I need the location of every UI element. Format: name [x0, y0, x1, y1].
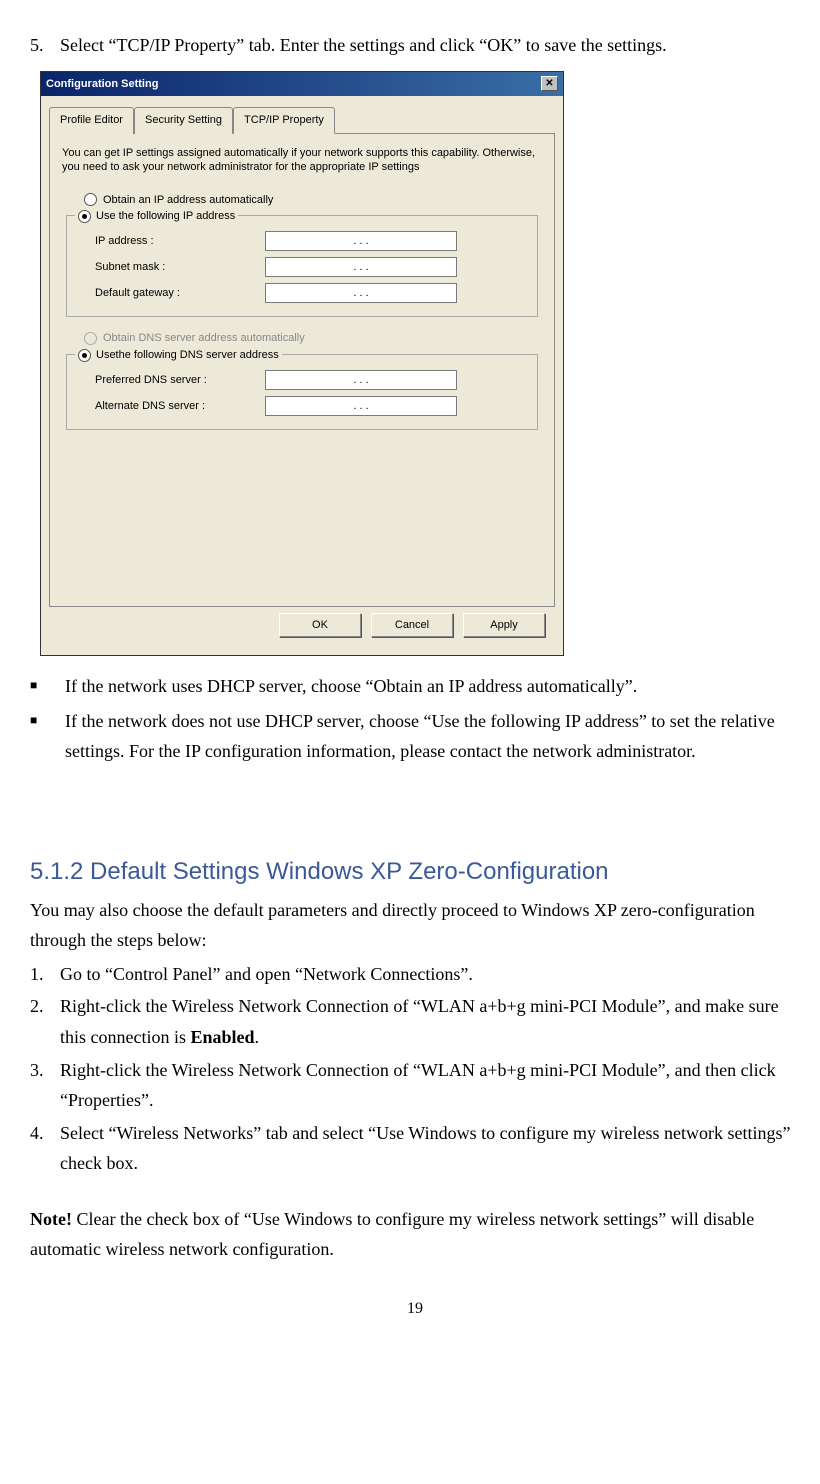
bullet-icon: ■ — [30, 706, 65, 767]
apply-button[interactable]: Apply — [463, 613, 545, 637]
close-icon[interactable]: ✕ — [541, 76, 558, 91]
list-item-3: 3. Right-click the Wireless Network Conn… — [30, 1055, 800, 1116]
cancel-button[interactable]: Cancel — [371, 613, 453, 637]
radio-icon — [78, 210, 91, 223]
list-text: Right-click the Wireless Network Connect… — [60, 991, 800, 1052]
list-number: 3. — [30, 1055, 60, 1116]
list-item-1: 1. Go to “Control Panel” and open “Netwo… — [30, 959, 800, 990]
intro-text: You can get IP settings assigned automat… — [62, 146, 542, 175]
list-number: 2. — [30, 991, 60, 1052]
alt-dns-input[interactable]: . . . — [265, 396, 457, 416]
tabs: Profile Editor Security Setting TCP/IP P… — [49, 106, 555, 134]
list-text: Right-click the Wireless Network Connect… — [60, 1055, 800, 1116]
alt-dns-label: Alternate DNS server : — [95, 397, 265, 416]
bullet-list: ■ If the network uses DHCP server, choos… — [30, 671, 800, 767]
pref-dns-label: Preferred DNS server : — [95, 371, 265, 390]
bullet-1: ■ If the network uses DHCP server, choos… — [30, 671, 800, 702]
ip-address-row: IP address : . . . — [75, 228, 529, 254]
note-text: Clear the check box of “Use Windows to c… — [30, 1209, 754, 1260]
bullet-2-text: If the network does not use DHCP server,… — [65, 706, 800, 767]
note: Note! Clear the check box of “Use Window… — [30, 1204, 800, 1265]
page-number: 19 — [30, 1295, 800, 1322]
section-intro: You may also choose the default paramete… — [30, 895, 800, 956]
tab-content: You can get IP settings assigned automat… — [49, 134, 555, 607]
titlebar: Configuration Setting ✕ — [41, 72, 563, 97]
list-number: 1. — [30, 959, 60, 990]
radio-use-dns[interactable]: Usethe following DNS server address — [75, 346, 282, 365]
radio-use-ip[interactable]: Use the following IP address — [75, 207, 238, 226]
list-text: Select “Wireless Networks” tab and selec… — [60, 1118, 800, 1179]
ok-button[interactable]: OK — [279, 613, 361, 637]
ip-address-label: IP address : — [95, 232, 265, 251]
list-number: 4. — [30, 1118, 60, 1179]
list-item-2: 2. Right-click the Wireless Network Conn… — [30, 991, 800, 1052]
dns-group: Usethe following DNS server address Pref… — [66, 354, 538, 430]
subnet-row: Subnet mask : . . . — [75, 254, 529, 280]
tab-security-setting[interactable]: Security Setting — [134, 107, 233, 134]
dialog-buttons: OK Cancel Apply — [49, 607, 555, 647]
step-number: 5. — [30, 30, 60, 61]
radio-label-use-dns: Usethe following DNS server address — [96, 346, 279, 365]
step-5: 5. Select “TCP/IP Property” tab. Enter t… — [30, 30, 800, 61]
pref-dns-input[interactable]: . . . — [265, 370, 457, 390]
gateway-label: Default gateway : — [95, 284, 265, 303]
bullet-2: ■ If the network does not use DHCP serve… — [30, 706, 800, 767]
step-text: Select “TCP/IP Property” tab. Enter the … — [60, 30, 667, 61]
ip-address-input[interactable]: . . . — [265, 231, 457, 251]
numbered-list: 1. Go to “Control Panel” and open “Netwo… — [30, 959, 800, 1179]
tab-profile-editor[interactable]: Profile Editor — [49, 107, 134, 134]
bullet-1-text: If the network uses DHCP server, choose … — [65, 671, 637, 702]
list-text: Go to “Control Panel” and open “Network … — [60, 959, 473, 990]
note-label: Note! — [30, 1209, 72, 1229]
pref-dns-row: Preferred DNS server : . . . — [75, 367, 529, 393]
radio-label-use-ip: Use the following IP address — [96, 207, 235, 226]
radio-icon — [78, 349, 91, 362]
radio-icon — [84, 332, 97, 345]
alt-dns-row: Alternate DNS server : . . . — [75, 393, 529, 419]
bullet-icon: ■ — [30, 671, 65, 702]
gateway-input[interactable]: . . . — [265, 283, 457, 303]
gateway-row: Default gateway : . . . — [75, 280, 529, 306]
subnet-label: Subnet mask : — [95, 258, 265, 277]
section-title: 5.1.2 Default Settings Windows XP Zero-C… — [30, 852, 800, 893]
ip-group: Use the following IP address IP address … — [66, 215, 538, 317]
config-dialog: Configuration Setting ✕ Profile Editor S… — [40, 71, 564, 656]
radio-icon — [84, 193, 97, 206]
dialog-title: Configuration Setting — [46, 75, 158, 94]
subnet-input[interactable]: . . . — [265, 257, 457, 277]
tab-tcpip-property[interactable]: TCP/IP Property — [233, 107, 335, 134]
list-item-4: 4. Select “Wireless Networks” tab and se… — [30, 1118, 800, 1179]
